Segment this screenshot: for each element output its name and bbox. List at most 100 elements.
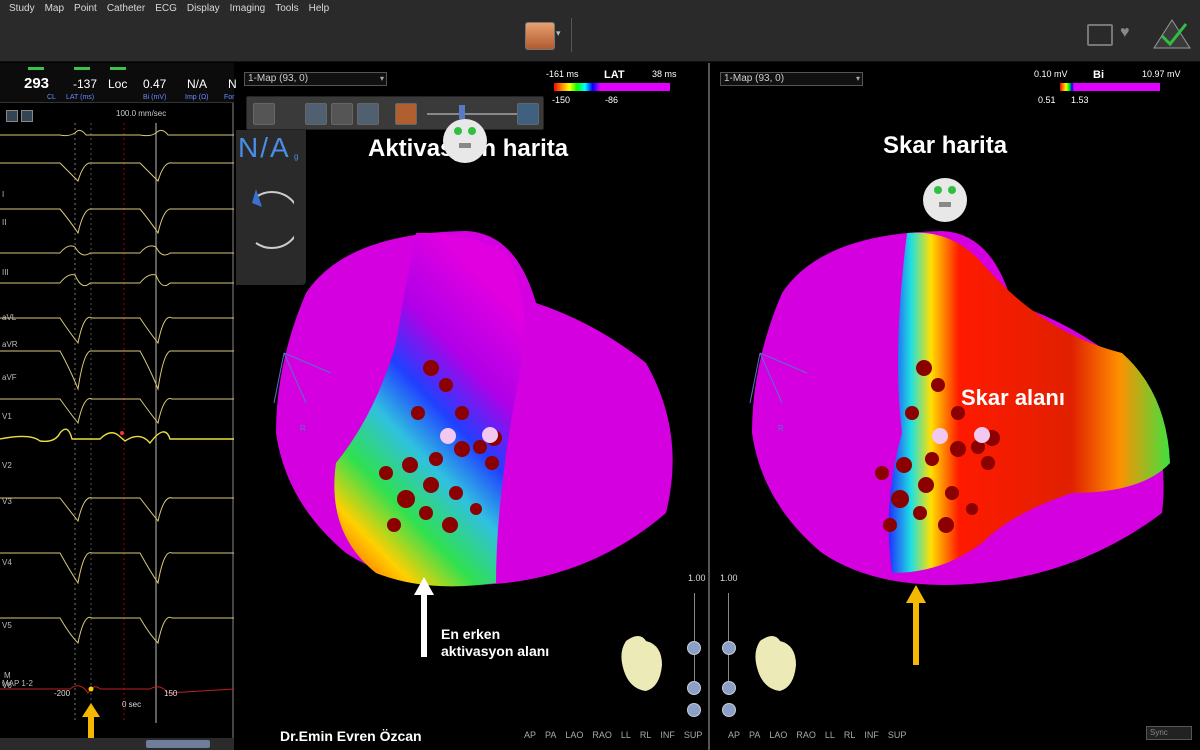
chevron-down-icon[interactable] (722, 703, 736, 717)
chevron-down-icon[interactable] (722, 681, 736, 695)
ecg-traces (0, 123, 234, 723)
view-ll[interactable]: LL (621, 730, 631, 740)
credit-text: Dr.Emin Evren Özcan (280, 728, 422, 744)
chevron-down-icon[interactable] (687, 681, 701, 695)
rotate-button[interactable] (253, 103, 275, 125)
ecg-panel: 293 CL -137 LAT (ms) Loc 0.47 Bi (mV) N/… (0, 63, 237, 750)
bi-label: Bi (mV) (143, 94, 167, 101)
menu-catheter[interactable]: Catheter (102, 2, 150, 15)
line-button[interactable] (331, 103, 353, 125)
chevron-down-icon: ▾ (855, 74, 860, 83)
menu-bar: Study Map Point Catheter ECG Display Ima… (0, 0, 1200, 62)
ecg-settings-button[interactable] (21, 110, 33, 122)
bi-scale-max: 10.97 mV (1142, 69, 1181, 79)
scar-map-3d[interactable] (742, 173, 1172, 593)
map-select[interactable]: 1-Map (93, 0) ▾ (244, 72, 387, 86)
chevron-down-icon[interactable]: ▾ (556, 28, 561, 39)
menu-help[interactable]: Help (304, 2, 335, 15)
view-sup[interactable]: SUP (684, 730, 703, 740)
point-button[interactable] (305, 103, 327, 125)
grid-button[interactable] (395, 103, 417, 125)
zoom-slider-thumb[interactable] (722, 641, 736, 655)
view-ap[interactable]: AP (728, 730, 740, 740)
display-button[interactable] (517, 103, 539, 125)
ecg-scroll-thumb[interactable] (146, 740, 210, 748)
menu-imaging[interactable]: Imaging (225, 2, 271, 15)
imp-value: N/A (187, 77, 208, 91)
loc-value: Loc (108, 77, 128, 91)
view-rl[interactable]: RL (844, 730, 856, 740)
view-inf[interactable]: INF (660, 730, 675, 740)
view-buttons: AP PA LAO RAO LL RL INF SUP (728, 730, 915, 740)
force-unit: g (294, 152, 299, 161)
view-lao[interactable]: LAO (565, 730, 583, 740)
monitor-icon[interactable] (1087, 24, 1113, 46)
lead-label: aVR (2, 340, 18, 349)
zoom-value: 1.00 (720, 573, 738, 583)
view-buttons: AP PA LAO RAO LL RL INF SUP (524, 730, 711, 740)
sweep-speed: 100.0 mm/sec (116, 109, 167, 118)
menu-study[interactable]: Study (4, 2, 40, 15)
view-rao[interactable]: RAO (796, 730, 816, 740)
zoom-slider-thumb[interactable] (687, 641, 701, 655)
view-lao[interactable]: LAO (769, 730, 787, 740)
menu-ecg[interactable]: ECG (150, 2, 182, 15)
bi-color-scale[interactable] (1060, 83, 1160, 91)
heart-model-icon[interactable] (750, 631, 802, 695)
view-rl[interactable]: RL (640, 730, 652, 740)
tag-button[interactable] (357, 103, 379, 125)
imp-label: Imp (Ω) (185, 94, 209, 101)
map-title: Skar harita (883, 132, 1008, 159)
chevron-down-icon[interactable] (687, 703, 701, 717)
force-label: For (224, 94, 235, 101)
zoom-slider[interactable] (694, 593, 695, 681)
lead-label: aVF (2, 373, 17, 382)
heart-model-icon[interactable] (616, 631, 668, 695)
ecg-header: 293 CL -137 LAT (ms) Loc 0.47 Bi (mV) N/… (0, 63, 237, 103)
activation-map-3d[interactable] (266, 173, 686, 593)
ecg-zoom-button[interactable] (6, 110, 18, 122)
view-rao[interactable]: RAO (592, 730, 612, 740)
opacity-slider[interactable] (427, 113, 523, 115)
map-select[interactable]: 1-Map (93, 0) ▾ (720, 72, 863, 86)
lead-label: V3 (2, 497, 12, 506)
menu-map[interactable]: Map (40, 2, 69, 15)
lat-scale-title: LAT (604, 69, 625, 81)
menu-tools[interactable]: Tools (270, 2, 303, 15)
view-pa[interactable]: PA (545, 730, 556, 740)
map-select-value: 1-Map (93, 0) (248, 73, 309, 84)
lat-scale-high: -86 (605, 95, 619, 105)
view-sup[interactable]: SUP (888, 730, 907, 740)
lead-label: aVL (2, 313, 17, 322)
snapshot-camera-button[interactable] (525, 22, 555, 50)
cl-value: 293 (24, 75, 50, 92)
heart-icon[interactable]: ♥ (1120, 24, 1144, 46)
view-ll[interactable]: LL (825, 730, 835, 740)
head-orientation-icon[interactable] (922, 176, 968, 224)
view-inf[interactable]: INF (864, 730, 879, 740)
floating-toolbar: 6 (246, 96, 544, 130)
lat-value: -137 (73, 77, 98, 91)
lead-label: III (2, 268, 9, 277)
head-orientation-icon[interactable] (442, 117, 488, 165)
annotation-earliest: En erken aktivasyon alanı (441, 626, 549, 660)
bi-scale-low: 0.51 (1038, 95, 1056, 105)
main-menu: Study Map Point Catheter ECG Display Ima… (4, 2, 334, 15)
lat-color-scale[interactable] (554, 83, 670, 91)
annotation-line1: En erken (441, 626, 501, 642)
bi-scale-min: 0.10 mV (1034, 69, 1068, 79)
view-pa[interactable]: PA (749, 730, 760, 740)
ecg-scrollbar[interactable] (0, 738, 234, 750)
zoom-slider[interactable] (728, 593, 729, 681)
menu-point[interactable]: Point (69, 2, 102, 15)
menu-display[interactable]: Display (182, 2, 225, 15)
sync-select[interactable]: Sync (1146, 726, 1192, 740)
zoom-value: 1.00 (688, 573, 706, 583)
lat-scale-low: -150 (552, 95, 571, 105)
time-left: -200 (54, 689, 71, 698)
time-right: 150 (164, 689, 178, 698)
bi-scale-high: 1.53 (1071, 95, 1089, 105)
arrow-up-icon (414, 577, 434, 657)
toolbar-divider (571, 18, 572, 52)
view-ap[interactable]: AP (524, 730, 536, 740)
